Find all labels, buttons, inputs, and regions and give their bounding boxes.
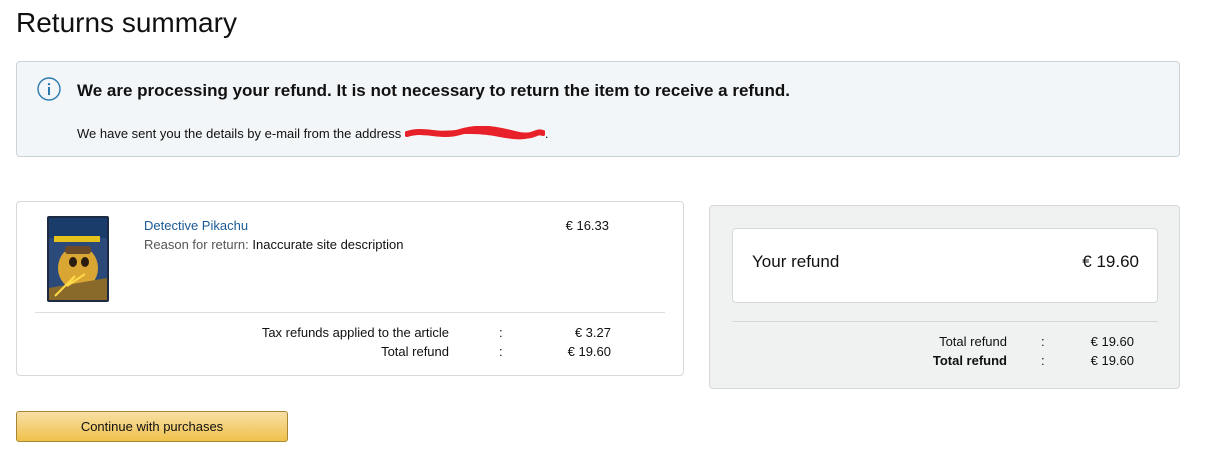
continue-shopping-button[interactable]: Continue with purchases (16, 411, 288, 442)
alert-email-sentence: We have sent you the details by e-mail f… (77, 126, 402, 141)
product-image[interactable] (45, 216, 111, 304)
refund-divider (732, 321, 1158, 322)
refund-total-label: Total refund (932, 353, 1007, 368)
item-total-value: € 19.60 (567, 344, 611, 359)
alert-text: We have sent you the details by e-mail f… (77, 125, 548, 143)
page-title: Returns summary (16, 7, 237, 38)
reason-label: Reason for return: (144, 237, 249, 252)
refund-row-colon: : (1041, 334, 1045, 349)
return-reason: Reason for return: Inaccurate site descr… (144, 237, 403, 253)
refund-summary-panel: Your refund € 19.60 Total refund : € 19.… (709, 205, 1180, 389)
your-refund-label: Your refund (752, 252, 840, 271)
product-title-link[interactable]: Detective Pikachu (144, 218, 248, 234)
tax-value: € 3.27 (574, 325, 611, 340)
redacted-email-scribble (404, 126, 545, 140)
item-price: € 16.33 (565, 218, 609, 233)
refund-row-value: € 19.60 (1090, 334, 1134, 349)
reason-value: Inaccurate site description (252, 237, 404, 252)
your-refund-box: Your refund € 19.60 (732, 228, 1158, 303)
alert-heading: We are processing your refund. It is not… (77, 81, 790, 100)
returned-item-card: Detective Pikachu Reason for return: Ina… (16, 201, 684, 376)
tax-colon: : (499, 325, 503, 340)
refund-total-value: € 19.60 (1090, 353, 1134, 368)
item-total-colon: : (499, 344, 503, 359)
your-refund-amount: € 19.60 (1082, 252, 1139, 271)
refund-info-alert: We are processing your refund. It is not… (16, 61, 1180, 157)
alert-email-tail: . (544, 126, 549, 141)
refund-total-colon: : (1041, 353, 1045, 368)
info-icon (37, 77, 61, 101)
refund-row-label: Total refund (939, 334, 1007, 349)
item-divider (35, 312, 665, 313)
